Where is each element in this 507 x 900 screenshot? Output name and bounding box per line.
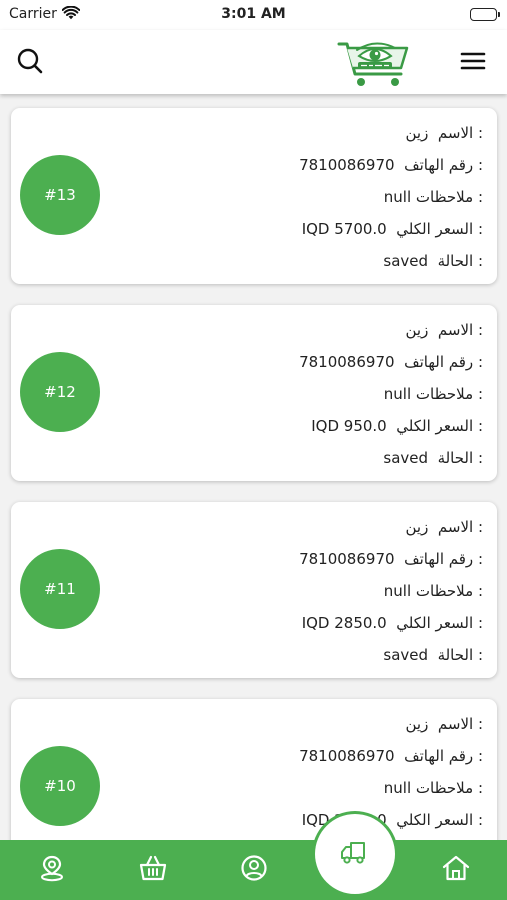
order-number-badge: #11 [20, 549, 100, 629]
phone-label: رقم الهاتف : [404, 353, 483, 371]
name-row: زين الاسم : [183, 117, 484, 149]
phone-value: 7810086970 [299, 550, 395, 568]
customer-name: زين [405, 124, 429, 142]
status-row: saved الحالة : [183, 442, 483, 474]
order-card[interactable]: #12 زين الاسم : 7810086970 رقم الهاتف : … [11, 305, 497, 481]
phone-value: 7810086970 [299, 747, 395, 765]
customer-name: زين [405, 321, 429, 339]
notes-label: ملاحظات : [415, 779, 483, 797]
name-label: الاسم : [437, 715, 483, 733]
status-row: saved الحالة : [183, 639, 483, 671]
location-icon[interactable] [37, 853, 67, 883]
phone-row: 7810086970 رقم الهاتف : [183, 346, 483, 378]
phone-value: 7810086970 [299, 156, 395, 174]
total-value: IQD 950.0 [311, 417, 387, 435]
status-row: saved الحالة : [183, 245, 483, 277]
notes-value: null [383, 779, 412, 797]
total-row: IQD 950.0 السعر الكلي : [183, 410, 483, 442]
phone-label: رقم الهاتف : [404, 550, 483, 568]
app-logo [337, 42, 409, 86]
name-row: زين الاسم : [183, 314, 484, 346]
notes-value: null [383, 385, 412, 403]
status-value: saved [383, 252, 429, 270]
total-value: IQD 2850.0 [301, 614, 387, 632]
name-row: زين الاسم : [183, 511, 484, 543]
notes-row: null ملاحظات : [183, 575, 483, 607]
name-label: الاسم : [437, 124, 483, 142]
basket-icon[interactable] [138, 853, 168, 883]
order-list[interactable]: #13 زين الاسم : 7810086970 رقم الهاتف : … [0, 94, 507, 840]
notes-value: null [383, 582, 412, 600]
status-time: 3:01 AM [221, 6, 286, 22]
order-details: زين الاسم : 7810086970 رقم الهاتف : null… [183, 117, 483, 277]
order-number-badge: #12 [20, 352, 100, 432]
home-icon[interactable] [441, 853, 471, 883]
total-value: IQD 5700.0 [301, 220, 387, 238]
total-row: IQD 5700.0 السعر الكلي : [183, 213, 483, 245]
notes-row: null ملاحظات : [183, 772, 483, 804]
status-label: الحالة : [437, 252, 483, 270]
phone-row: 7810086970 رقم الهاتف : [183, 543, 483, 575]
status-label: الحالة : [437, 449, 483, 467]
order-number-badge: #13 [20, 155, 100, 235]
order-card[interactable]: #13 زين الاسم : 7810086970 رقم الهاتف : … [11, 108, 497, 284]
phone-row: 7810086970 رقم الهاتف : [183, 149, 483, 181]
notes-row: null ملاحظات : [183, 181, 483, 213]
status-value: saved [383, 646, 429, 664]
notes-label: ملاحظات : [415, 385, 483, 403]
notes-row: null ملاحظات : [183, 378, 483, 410]
phone-label: رقم الهاتف : [404, 747, 483, 765]
status-label: الحالة : [437, 646, 483, 664]
profile-icon[interactable] [239, 853, 269, 883]
notes-value: null [383, 188, 412, 206]
status-bar: Carrier 3:01 AM [0, 0, 507, 30]
delivery-truck-icon [339, 838, 371, 870]
phone-label: رقم الهاتف : [404, 156, 483, 174]
order-card[interactable]: #10 زين الاسم : 7810086970 رقم الهاتف : … [11, 699, 497, 840]
order-card[interactable]: #11 زين الاسم : 7810086970 رقم الهاتف : … [11, 502, 497, 678]
total-label: السعر الكلي : [396, 811, 483, 829]
order-number-badge: #10 [20, 746, 100, 826]
app-header [0, 30, 507, 94]
total-label: السعر الكلي : [396, 220, 483, 238]
customer-name: زين [405, 715, 429, 733]
total-row: IQD 2850.0 السعر الكلي : [183, 607, 483, 639]
phone-value: 7810086970 [299, 353, 395, 371]
notes-label: ملاحظات : [415, 188, 483, 206]
status-value: saved [383, 449, 429, 467]
order-details: زين الاسم : 7810086970 رقم الهاتف : null… [183, 511, 483, 671]
phone-row: 7810086970 رقم الهاتف : [183, 740, 483, 772]
name-label: الاسم : [437, 518, 483, 536]
notes-label: ملاحظات : [415, 582, 483, 600]
search-icon[interactable] [15, 46, 45, 76]
battery-icon [470, 8, 500, 21]
total-label: السعر الكلي : [396, 417, 483, 435]
total-label: السعر الكلي : [396, 614, 483, 632]
order-details: زين الاسم : 7810086970 رقم الهاتف : null… [183, 314, 483, 474]
bottom-nav [0, 814, 507, 900]
name-label: الاسم : [437, 321, 483, 339]
menu-icon[interactable] [459, 48, 487, 74]
delivery-button[interactable] [315, 814, 395, 894]
name-row: زين الاسم : [183, 708, 484, 740]
customer-name: زين [405, 518, 429, 536]
